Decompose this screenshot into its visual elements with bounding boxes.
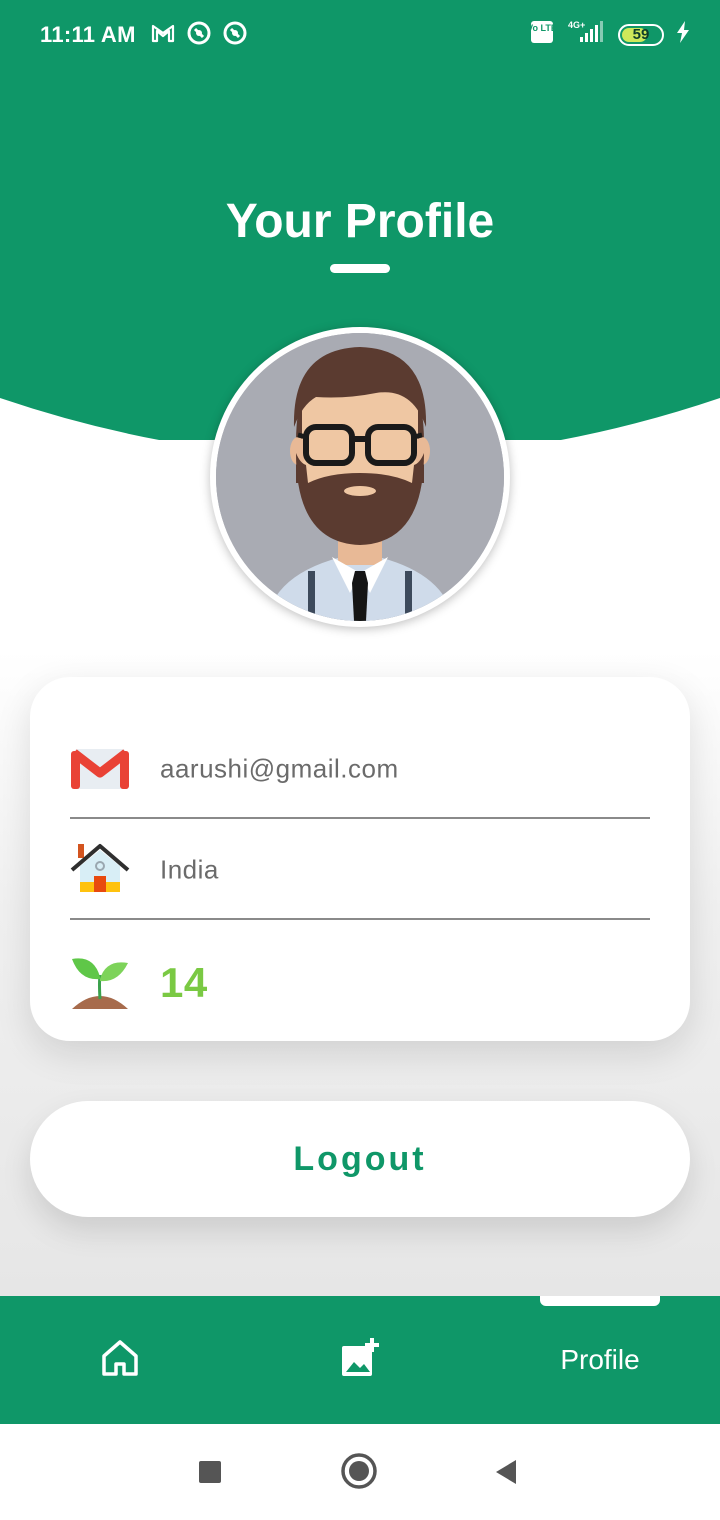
country-row: India: [70, 820, 650, 920]
gmail-icon: [150, 20, 176, 51]
nav-profile[interactable]: Profile: [540, 1332, 660, 1388]
email-row: aarushi@gmail.com: [70, 719, 650, 819]
sprout-icon: [70, 953, 130, 1013]
home-icon: [100, 1338, 140, 1383]
home-circle-icon[interactable]: [340, 1452, 378, 1495]
notification-icon: [186, 20, 212, 51]
bottom-navigation: Profile: [0, 1296, 720, 1424]
nav-home[interactable]: [92, 1332, 148, 1388]
gmail-icon: [70, 739, 130, 799]
volte-icon: Vo LTE: [527, 20, 557, 49]
divider: [70, 817, 650, 819]
notification-icon: [222, 20, 248, 51]
status-notifications: [150, 20, 248, 51]
back-triangle-icon[interactable]: [492, 1458, 520, 1491]
status-bar: 11:11 AM Vo LTE 4G+: [0, 0, 720, 70]
signal-4g-icon: 4G+: [566, 20, 606, 49]
house-icon: [70, 840, 130, 900]
charging-icon: [676, 21, 690, 48]
network-label: 4G+: [568, 20, 585, 30]
battery-level: 59: [632, 26, 650, 43]
volte-label: Vo LTE: [530, 23, 554, 33]
recents-square-icon[interactable]: [198, 1460, 222, 1489]
profile-screen: 11:11 AM Vo LTE 4G+: [0, 0, 720, 1520]
logout-button[interactable]: Logout: [30, 1101, 690, 1217]
nav-add-image[interactable]: [332, 1332, 388, 1388]
profile-avatar[interactable]: [210, 327, 510, 627]
status-time: 11:11 AM: [40, 22, 136, 47]
status-system-icons: Vo LTE 4G+ 59: [527, 20, 690, 49]
system-navigation-bar: [0, 1424, 720, 1520]
profile-info-card: aarushi@gmail.com India 14: [30, 677, 690, 1041]
country-text: India: [160, 854, 219, 885]
email-text: aarushi@gmail.com: [160, 753, 399, 784]
page-title: Your Profile: [225, 195, 495, 248]
battery-icon: 59: [618, 23, 664, 46]
plants-count: 14: [160, 959, 208, 1006]
title-underline: [330, 264, 390, 273]
bearded-man-avatar: [216, 333, 504, 621]
plants-row: 14: [70, 933, 650, 1033]
active-tab-indicator: [540, 1296, 660, 1306]
add-image-icon: [338, 1336, 382, 1385]
nav-profile-label: Profile: [560, 1344, 640, 1375]
divider: [70, 918, 650, 920]
